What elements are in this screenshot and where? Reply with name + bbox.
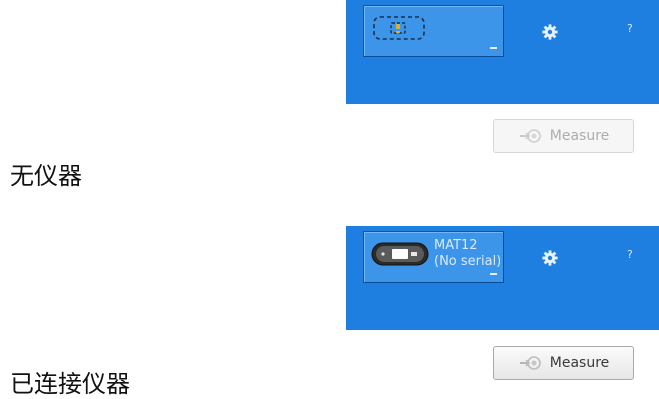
- measure-probe-icon: [519, 129, 541, 143]
- gear-icon[interactable]: [542, 250, 558, 266]
- measure-label: Measure: [549, 128, 610, 144]
- measure-button-disabled[interactable]: Measure: [493, 119, 634, 153]
- dropdown-arrow-icon: [490, 47, 497, 49]
- device-serial: (No serial): [434, 254, 500, 269]
- measure-probe-icon: [519, 356, 541, 370]
- measure-label: Measure: [549, 355, 610, 371]
- missing-device-dashed-icon: [373, 16, 425, 40]
- caption-no-device: 无仪器: [10, 162, 82, 190]
- help-button[interactable]: ?: [627, 22, 633, 35]
- gear-icon[interactable]: [542, 24, 558, 40]
- device-name: MAT12: [434, 238, 478, 253]
- device-selector-button[interactable]: [363, 5, 504, 57]
- help-button[interactable]: ?: [627, 248, 633, 261]
- toolbar-connected: MAT12 (No serial) ?: [346, 226, 659, 330]
- device-selector-button[interactable]: MAT12 (No serial): [363, 231, 504, 283]
- instrument-device-icon: [371, 242, 429, 266]
- toolbar-no-device: ?: [346, 0, 659, 104]
- measure-button[interactable]: Measure: [493, 346, 634, 380]
- dropdown-arrow-icon: [490, 273, 497, 275]
- caption-connected: 已连接仪器: [10, 370, 130, 398]
